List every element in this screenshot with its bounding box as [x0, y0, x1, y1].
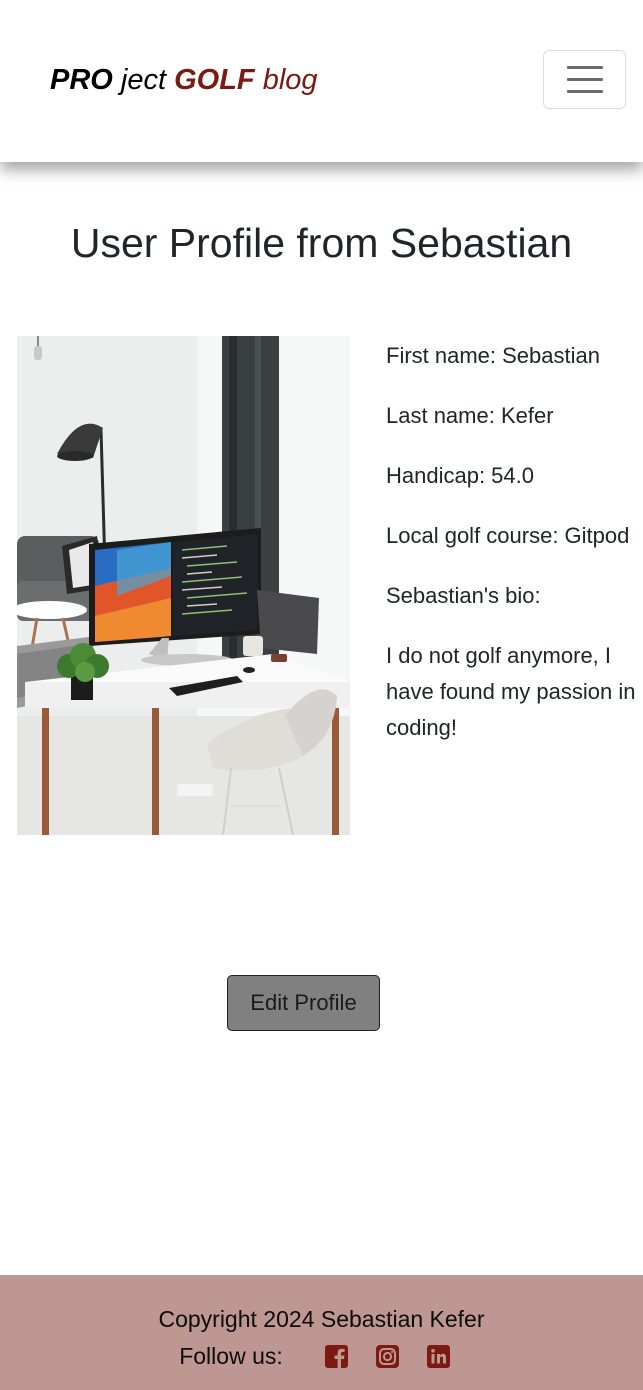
- brand-text-golf: GOLF: [174, 64, 255, 96]
- hamburger-menu-icon-bar: [566, 90, 603, 93]
- profile-photo: [17, 336, 350, 835]
- footer: Copyright 2024 Sebastian Kefer Follow us…: [0, 1275, 643, 1390]
- follow-us-row: Follow us:: [0, 1339, 643, 1373]
- instagram-icon[interactable]: [375, 1344, 399, 1368]
- facebook-icon[interactable]: [324, 1344, 348, 1368]
- copyright-text: Copyright 2024 Sebastian Kefer: [158, 1306, 485, 1332]
- brand-logo[interactable]: PRO ject GOLF blog: [50, 60, 318, 100]
- edit-profile-button[interactable]: Edit Profile: [227, 975, 380, 1031]
- brand-text-pro: PRO: [50, 64, 113, 96]
- handicap-text: Handicap: 54.0: [386, 463, 534, 488]
- hamburger-menu-icon-bar: [566, 78, 603, 81]
- page-title: User Profile from Sebastian: [70, 220, 573, 266]
- local-golf-course-text: Local golf course: Gitpod: [386, 523, 630, 548]
- brand-text-blog: blog: [254, 64, 318, 96]
- last-name-text: Last name: Kefer: [386, 403, 554, 428]
- first-name-text: First name: Sebastian: [386, 343, 600, 368]
- brand-text-ject: ject: [112, 64, 175, 96]
- navbar-toggler-button[interactable]: [543, 50, 626, 109]
- navbar: PRO ject GOLF blog: [0, 0, 643, 162]
- hamburger-menu-icon: [566, 66, 603, 69]
- linkedin-icon[interactable]: [426, 1344, 450, 1368]
- bio-text: I do not golf anymore, I have found my p…: [386, 643, 636, 740]
- follow-us-label: Follow us:: [179, 1343, 283, 1369]
- bio-label: Sebastian's bio:: [386, 583, 541, 608]
- profile-details: First name: Sebastian Last name: Kefer H…: [386, 338, 636, 770]
